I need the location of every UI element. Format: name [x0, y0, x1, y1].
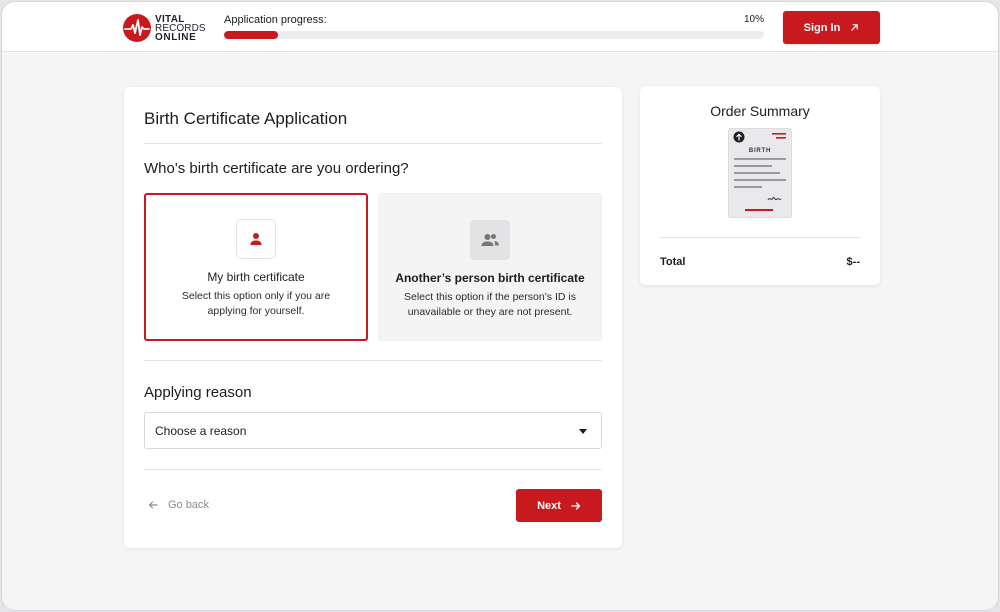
total-value: $--	[846, 256, 860, 268]
next-label: Next	[537, 499, 561, 512]
next-button[interactable]: Next	[516, 489, 602, 522]
option-title: My birth certificate	[207, 270, 305, 284]
reason-heading: Applying reason	[144, 384, 252, 401]
total-label: Total	[660, 256, 686, 268]
question-heading: Who's birth certificate are you ordering…	[144, 160, 409, 177]
person-icon	[236, 219, 276, 259]
logo[interactable]: VITAL RECORDS ONLINE	[122, 13, 206, 43]
go-back-link[interactable]: Go back	[148, 499, 209, 511]
people-icon	[470, 220, 510, 260]
heartbeat-logo-icon	[123, 14, 151, 42]
page-title: Birth Certificate Application	[144, 109, 348, 128]
caret-down-icon	[579, 429, 587, 434]
app-window: VITAL RECORDS ONLINE Application progres…	[1, 1, 999, 611]
option-description: Select this option if the person’s ID is…	[404, 291, 576, 318]
arrow-left-icon	[148, 501, 158, 509]
progress-percent: 10%	[743, 14, 764, 25]
logo-text: VITAL RECORDS ONLINE	[155, 14, 206, 43]
logo-line-3: ONLINE	[155, 31, 197, 43]
footer-divider	[144, 469, 602, 470]
progress-bar-fill	[224, 31, 278, 39]
title-divider	[144, 143, 602, 144]
top-bar: VITAL RECORDS ONLINE Application progres…	[2, 2, 998, 52]
order-summary-title: Order Summary	[710, 103, 810, 119]
arrow-up-right-icon	[851, 24, 859, 31]
go-back-label: Go back	[168, 499, 209, 511]
arrow-right-icon	[571, 501, 581, 510]
sign-in-label: Sign In	[803, 21, 841, 34]
document-label: BIRTH	[749, 148, 771, 154]
option-title: Another’s person birth certificate	[395, 271, 585, 285]
section-divider	[144, 360, 602, 361]
option-my-birth-certificate[interactable]: My birth certificate Select this option …	[144, 193, 368, 341]
option-another-person-certificate[interactable]: Another’s person birth certificate Selec…	[378, 193, 602, 341]
sign-in-button[interactable]: Sign In	[783, 11, 880, 44]
order-summary-card: Order Summary BIRTH Total $--	[640, 86, 880, 285]
birth-certificate-document-icon: BIRTH	[728, 128, 792, 218]
reason-select-value: Choose a reason	[155, 424, 247, 438]
summary-divider	[660, 237, 860, 238]
progress-bar	[224, 31, 764, 39]
progress-label: Application progress:	[224, 14, 327, 26]
option-description: Select this option only if you are apply…	[181, 290, 331, 317]
reason-select[interactable]: Choose a reason	[144, 412, 602, 449]
application-card: Birth Certificate Application Who's birt…	[124, 87, 622, 548]
